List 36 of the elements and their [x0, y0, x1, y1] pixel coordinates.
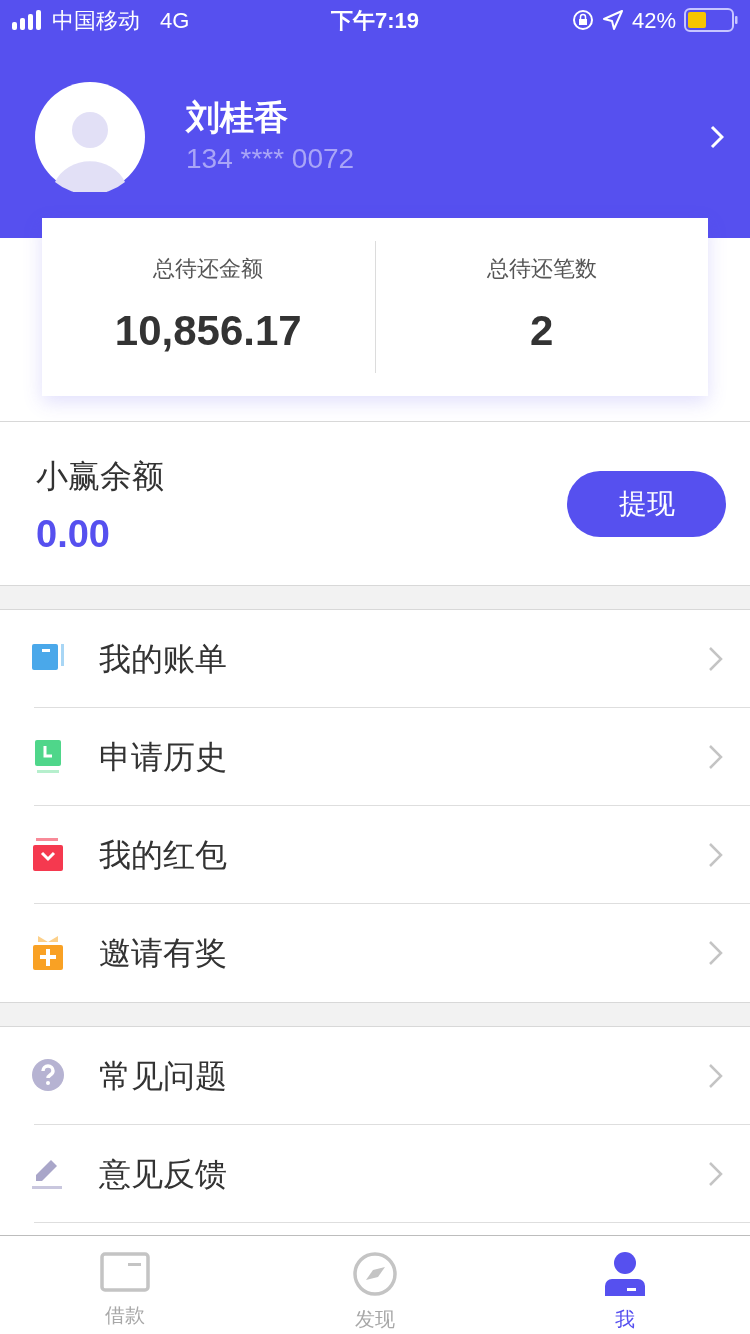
tab[interactable]: 我	[500, 1236, 750, 1334]
chevron-right-icon	[708, 940, 724, 966]
withdraw-button[interactable]: 提现	[567, 470, 726, 537]
menu-item[interactable]: 申请历史	[0, 708, 750, 806]
chevron-right-icon	[708, 1063, 724, 1089]
compass-icon	[353, 1252, 397, 1296]
menu-item[interactable]: 我的账单	[0, 610, 750, 708]
status-time: 下午7:19	[331, 6, 420, 35]
location-icon	[601, 9, 624, 31]
chevron-right-icon	[708, 744, 724, 770]
network-type: 4G	[160, 6, 190, 35]
phone-number: 134 **** 0072	[186, 142, 356, 176]
summary-label: 总待还金额	[153, 255, 264, 283]
chevron-right-icon[interactable]	[710, 125, 724, 149]
envelope-icon	[32, 838, 66, 872]
gift-icon	[32, 936, 66, 970]
person-icon	[605, 1252, 645, 1296]
user-name: 刘桂香	[186, 97, 289, 138]
summary-value: 2	[530, 306, 554, 356]
battery-percent: 42%	[631, 6, 676, 35]
chevron-right-icon	[708, 1161, 724, 1187]
chevron-right-icon	[708, 646, 724, 672]
balance-label: 小赢余额	[36, 456, 165, 496]
menu-item[interactable]: 常见问题	[0, 1027, 750, 1125]
summary-label: 总待还笔数	[486, 255, 597, 283]
balance-amount: 0.00	[36, 511, 111, 556]
chevron-right-icon	[708, 842, 724, 868]
summary-value: 10,856.17	[114, 306, 302, 356]
wallet-icon	[100, 1252, 150, 1292]
menu-item[interactable]: 我的红包	[0, 806, 750, 904]
battery-icon	[684, 8, 738, 32]
menu-item[interactable]: 邀请有奖	[0, 904, 750, 1002]
rotation-lock-icon	[571, 9, 594, 31]
question-icon	[32, 1059, 66, 1093]
carrier-name: 中国移动	[52, 6, 140, 35]
menu-item[interactable]: 意见反馈	[0, 1125, 750, 1223]
